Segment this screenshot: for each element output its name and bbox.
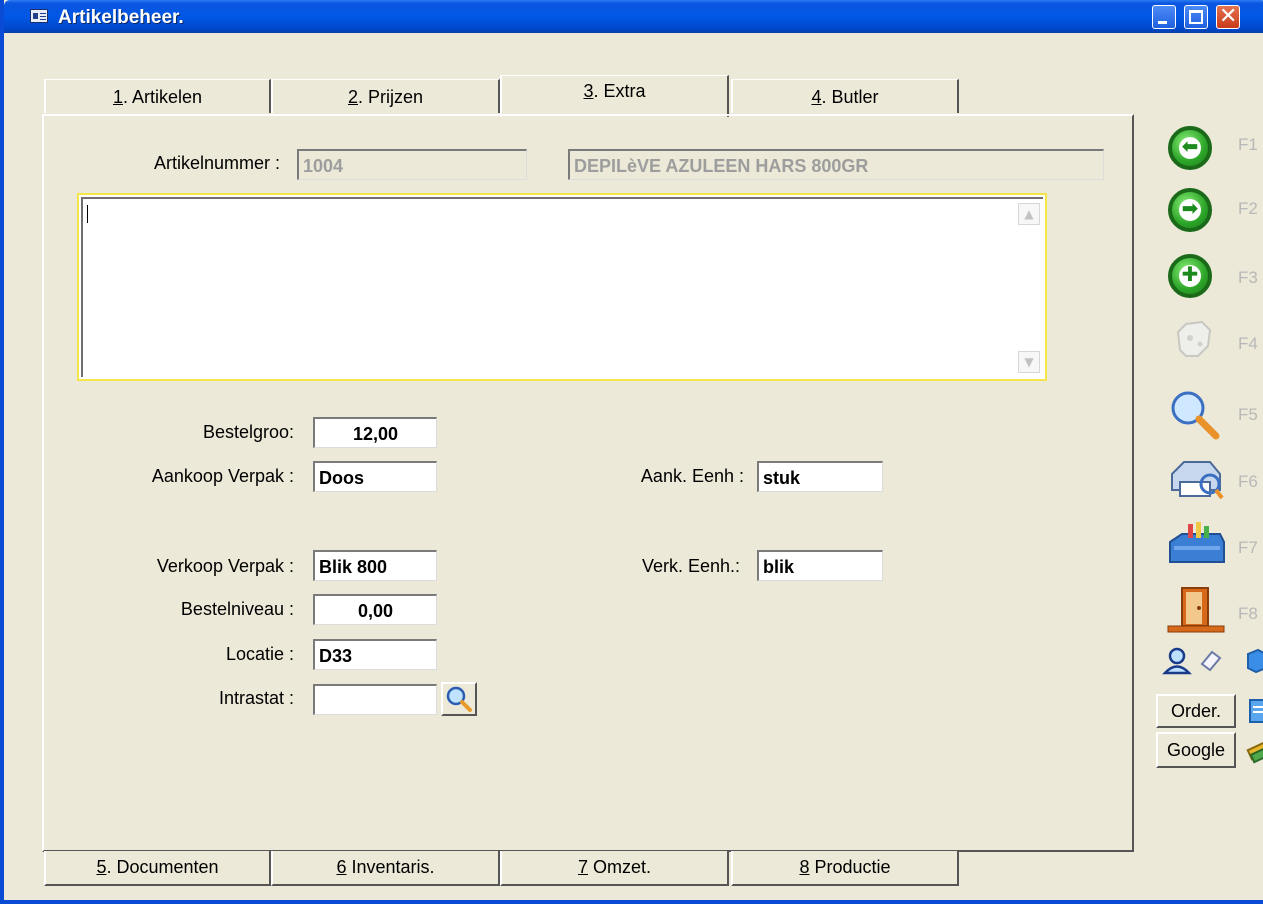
tools-button[interactable] (1166, 520, 1228, 568)
previous-record-button[interactable]: ⬅ (1168, 126, 1212, 170)
tab-artikelen-label: . Artikelen (122, 87, 203, 107)
order-button[interactable]: Order. (1156, 694, 1236, 728)
memo-scrollbar[interactable]: ▲ ▼ (1017, 201, 1041, 375)
tab-omzet[interactable]: 7 Omzet. (500, 851, 729, 886)
f3-label: F3 (1238, 268, 1258, 287)
f7-label: F7 (1238, 538, 1258, 557)
exit-button[interactable] (1166, 584, 1226, 634)
tab-extra[interactable]: 3. Extra (500, 75, 729, 117)
tab-extra-label: . Extra (593, 81, 646, 101)
tab-productie[interactable]: 8 Productie (731, 851, 959, 886)
close-button[interactable]: ✕ (1216, 4, 1240, 29)
scroll-down-icon[interactable]: ▼ (1018, 351, 1040, 373)
tab-artikelen[interactable]: 1. Artikelen (44, 79, 271, 113)
tab-inventaris-key: 6 (336, 857, 347, 877)
magnifier-icon (446, 686, 472, 712)
intrastat-lookup-button[interactable] (441, 682, 477, 716)
tab-artikelen-key: 1 (112, 87, 123, 107)
tab-prijzen-label: . Prijzen (357, 87, 424, 107)
artikelnummer-field[interactable]: 1004 (297, 149, 527, 180)
delete-record-button[interactable] (1170, 316, 1216, 362)
tab-prijzen-key: 2 (347, 87, 358, 107)
app-window: Artikelbeheer. ✕ 1. Artikelen 2. Prijzen… (0, 0, 1263, 904)
memo-content[interactable]: ▲ ▼ (81, 197, 1043, 377)
next-record-button[interactable]: ➡ (1168, 188, 1212, 232)
close-icon: ✕ (1219, 4, 1238, 29)
f1-label: F1 (1238, 135, 1258, 154)
tab-butler-key: 4 (811, 87, 822, 107)
bestelniveau-label: Bestelniveau : (180, 599, 294, 619)
tab-omzet-key: 7 (577, 857, 588, 877)
artikelnummer-label: Artikelnummer : (153, 153, 280, 173)
arrow-right-icon: ➡ (1179, 196, 1201, 221)
text-caret (87, 205, 88, 223)
bestelgroo-label: Bestelgroo: (202, 422, 294, 442)
tab-extra-key: 3 (583, 81, 594, 101)
memo-textarea[interactable]: ▲ ▼ (77, 193, 1047, 381)
intrastat-label: Intrastat : (218, 688, 294, 708)
tab-prijzen[interactable]: 2. Prijzen (271, 79, 500, 113)
box-icon[interactable] (1244, 648, 1263, 674)
document-icon[interactable] (1248, 698, 1263, 726)
verkoop-verpak-field[interactable]: Blik 800 (313, 550, 437, 581)
tab-butler[interactable]: 4. Butler (731, 79, 959, 113)
tab-omzet-label: Omzet. (588, 857, 652, 877)
bestelniveau-field[interactable]: 0,00 (313, 594, 437, 625)
locatie-field[interactable]: D33 (313, 639, 437, 670)
verkoop-verpak-label: Verkoop Verpak : (156, 556, 294, 576)
aank-eenh-label: Aank. Eenh : (640, 466, 744, 486)
google-button[interactable]: Google (1156, 732, 1236, 768)
side-toolbar: ⬅ F1 ➡ F2 ✚ F3 F4 F5 F6 F7 F8 Order. Goo… (1156, 108, 1263, 788)
f4-label: F4 (1238, 334, 1258, 353)
aank-eenh-field[interactable]: stuk (757, 461, 883, 492)
tab-butler-label: . Butler (821, 87, 879, 107)
aankoop-verpak-label: Aankoop Verpak : (151, 466, 294, 486)
minimize-button[interactable] (1152, 5, 1176, 29)
aankoop-verpak-field[interactable]: Doos (313, 461, 437, 492)
maximize-icon (1189, 10, 1203, 24)
scroll-up-icon[interactable]: ▲ (1018, 203, 1040, 225)
tab-documenten-key: 5 (96, 857, 107, 877)
minimize-icon (1158, 21, 1167, 24)
f6-label: F6 (1238, 472, 1258, 491)
maximize-button[interactable] (1184, 5, 1208, 29)
tab-productie-key: 8 (799, 857, 810, 877)
tab-documenten[interactable]: 5. Documenten (44, 851, 271, 886)
search-button[interactable] (1166, 388, 1224, 442)
f5-label: F5 (1238, 405, 1258, 424)
window-title: Artikelbeheer. (58, 7, 184, 28)
tab-inventaris-label: Inventaris. (346, 857, 435, 877)
tab-productie-label: Productie (809, 857, 891, 877)
verk-eenh-label: Verk. Eenh.: (641, 556, 740, 576)
eraser-icon[interactable] (1198, 648, 1224, 674)
tab-inventaris[interactable]: 6 Inventaris. (271, 851, 500, 886)
print-button[interactable] (1166, 454, 1226, 502)
users-icon[interactable] (1162, 646, 1192, 676)
bestelgroo-field[interactable]: 12,00 (313, 417, 437, 448)
arrow-left-icon: ⬅ (1179, 134, 1201, 159)
f2-label: F2 (1238, 199, 1258, 218)
verk-eenh-field[interactable]: blik (757, 550, 883, 581)
locatie-label: Locatie : (225, 644, 294, 664)
money-icon[interactable] (1246, 736, 1263, 766)
title-bar[interactable]: Artikelbeheer. ✕ (4, 0, 1263, 33)
app-icon[interactable] (30, 9, 48, 23)
f8-label: F8 (1238, 604, 1258, 623)
omschrijving-field[interactable]: DEPILèVE AZULEEN HARS 800GR (568, 149, 1104, 180)
new-record-button[interactable]: ✚ (1168, 254, 1212, 298)
intrastat-field[interactable] (313, 684, 437, 715)
plus-icon: ✚ (1179, 262, 1201, 287)
tab-documenten-label: . Documenten (106, 857, 219, 877)
